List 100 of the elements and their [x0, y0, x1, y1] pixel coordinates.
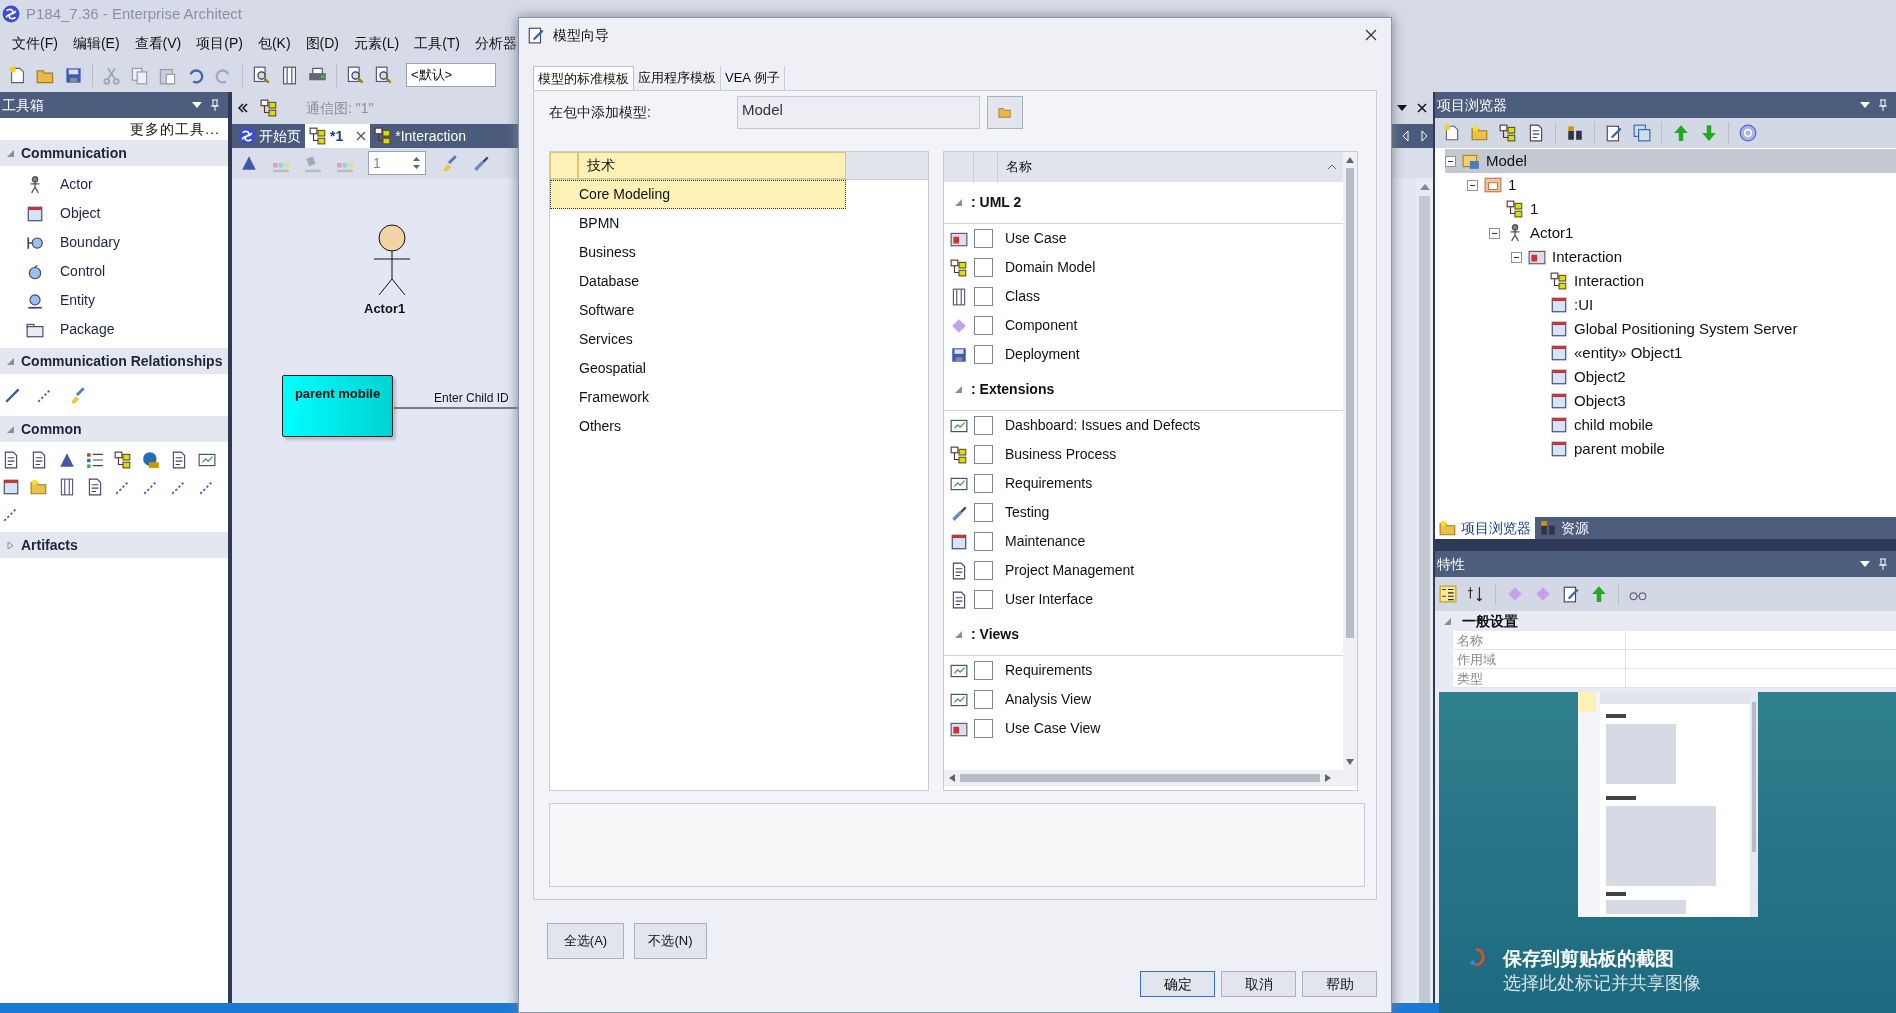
- new-file-icon[interactable]: [8, 65, 27, 85]
- edit-icon[interactable]: [1605, 124, 1623, 142]
- line-width-spinner[interactable]: 1: [368, 151, 426, 175]
- section-toggle[interactable]: [6, 356, 15, 366]
- connector-tool-icon[interactable]: [4, 386, 22, 404]
- common-tool-icon[interactable]: [170, 451, 188, 469]
- menu-item[interactable]: 工具(T): [408, 32, 467, 54]
- menu-item[interactable]: 文件(F): [6, 32, 64, 54]
- checkbox[interactable]: [974, 661, 993, 680]
- common-tool-icon[interactable]: [2, 478, 20, 496]
- checkbox[interactable]: [974, 345, 993, 364]
- new-item-icon[interactable]: [1527, 124, 1545, 142]
- tree-item[interactable]: Interaction: [1552, 245, 1623, 269]
- magnifier-icon[interactable]: [252, 65, 271, 85]
- pin-icon[interactable]: [1878, 558, 1888, 570]
- windows-icon[interactable]: [1633, 124, 1651, 142]
- checkbox[interactable]: [974, 474, 993, 493]
- help-icon[interactable]: [1739, 124, 1757, 142]
- technology-item[interactable]: Software: [550, 296, 846, 325]
- scroll-up-icon[interactable]: [1418, 182, 1431, 192]
- dialog-button[interactable]: 帮助: [1302, 971, 1377, 997]
- scroll-left-icon[interactable]: [948, 773, 956, 783]
- tree-item[interactable]: Interaction: [1574, 269, 1645, 293]
- common-tool-icon[interactable]: [114, 451, 132, 469]
- technology-item[interactable]: Services: [550, 325, 846, 354]
- collapse-toggle[interactable]: [1489, 227, 1500, 239]
- technology-item[interactable]: Geospatial: [550, 354, 846, 383]
- group-title[interactable]: : Extensions: [971, 379, 1055, 400]
- panel-tab[interactable]: 项目浏览器: [1435, 517, 1535, 539]
- common-tool-icon[interactable]: [198, 451, 216, 469]
- collapse-icon[interactable]: [238, 103, 248, 113]
- menu-item[interactable]: 元素(L): [348, 32, 406, 54]
- column-header[interactable]: 技术: [578, 152, 846, 179]
- pin-icon[interactable]: [1878, 99, 1888, 111]
- common-tool-icon[interactable]: [86, 451, 104, 469]
- section-title[interactable]: 一般设置: [1462, 610, 1518, 632]
- pin-icon[interactable]: [210, 99, 220, 111]
- close-icon[interactable]: [356, 131, 367, 141]
- vertical-scrollbar[interactable]: [1343, 152, 1357, 770]
- dialog-tab[interactable]: 模型的标准模板: [533, 66, 634, 90]
- panel-tab[interactable]: 资源: [1535, 517, 1593, 539]
- group-toggle[interactable]: [954, 385, 963, 394]
- close-icon[interactable]: [1365, 29, 1377, 41]
- tree-item[interactable]: Object2: [1574, 365, 1626, 389]
- diagram-tab[interactable]: *1: [305, 124, 371, 148]
- common-tool-icon[interactable]: [142, 451, 160, 469]
- scroll-up-icon[interactable]: [1345, 156, 1355, 164]
- screenshot-toast[interactable]: 保存到剪贴板的截图 选择此处标记并共享图像: [1439, 692, 1896, 1013]
- collapse-toggle[interactable]: [1467, 179, 1478, 191]
- sort-icon[interactable]: [1327, 164, 1337, 170]
- checkbox[interactable]: [974, 316, 993, 335]
- checkbox[interactable]: [974, 503, 993, 522]
- menu-item[interactable]: 查看(V): [128, 32, 188, 54]
- select-none-button[interactable]: 不选(N): [634, 923, 707, 959]
- copy-icon[interactable]: [130, 65, 149, 85]
- checkbox[interactable]: [974, 532, 993, 551]
- group-title[interactable]: : Views: [971, 624, 1019, 645]
- style-combo[interactable]: <默认>: [406, 63, 496, 87]
- toolbox-item[interactable]: Boundary: [60, 232, 120, 253]
- checkbox[interactable]: [974, 445, 993, 464]
- toolbox-item[interactable]: Object: [60, 203, 101, 224]
- binoculars-icon[interactable]: [1566, 124, 1584, 142]
- dropdown-icon[interactable]: [1860, 102, 1870, 108]
- horizontal-scrollbar[interactable]: [944, 770, 1357, 786]
- checkbox[interactable]: [974, 287, 993, 306]
- section-toggle[interactable]: [6, 540, 15, 550]
- notification-message[interactable]: 选择此处标记并共享图像: [1503, 971, 1701, 995]
- dropper-icon[interactable]: [472, 154, 490, 172]
- common-tool-icon[interactable]: [58, 451, 76, 469]
- dialog-button[interactable]: 取消: [1221, 971, 1296, 997]
- package-field[interactable]: Model: [737, 95, 980, 129]
- browse-button[interactable]: [987, 95, 1023, 129]
- magnifier-icon[interactable]: [374, 65, 393, 85]
- dropdown-icon[interactable]: [1397, 105, 1407, 111]
- fill-color-icon[interactable]: [304, 154, 322, 172]
- common-tool-icon[interactable]: [30, 451, 48, 469]
- section-toggle[interactable]: [6, 424, 15, 434]
- checkbox[interactable]: [974, 229, 993, 248]
- checkbox[interactable]: [974, 561, 993, 580]
- menu-item[interactable]: 编辑(E): [66, 32, 126, 54]
- properties-icon[interactable]: [1562, 585, 1580, 603]
- font-icon[interactable]: [240, 154, 258, 172]
- tree-item[interactable]: 1: [1508, 173, 1517, 197]
- scroll-right-icon[interactable]: [1324, 773, 1332, 783]
- technology-item[interactable]: Database: [550, 267, 846, 296]
- tree-item[interactable]: Object3: [1574, 389, 1626, 413]
- technology-item[interactable]: BPMN: [550, 209, 846, 238]
- tree-item[interactable]: parent mobile: [1574, 437, 1665, 461]
- toolbox-item[interactable]: Actor: [60, 174, 93, 195]
- toolbox-item[interactable]: Entity: [60, 290, 95, 311]
- more-tools-link[interactable]: 更多的工具...: [130, 118, 220, 140]
- dialog-button[interactable]: 确定: [1140, 971, 1215, 997]
- group-toggle[interactable]: [954, 630, 963, 639]
- technology-item[interactable]: Others: [550, 412, 846, 441]
- menu-item[interactable]: 包(K): [251, 32, 297, 54]
- technology-item[interactable]: Core Modeling: [550, 180, 846, 209]
- new-item-icon[interactable]: [1499, 124, 1517, 142]
- checkbox[interactable]: [974, 590, 993, 609]
- group-title[interactable]: : UML 2: [971, 192, 1022, 213]
- section-toggle[interactable]: [6, 148, 15, 158]
